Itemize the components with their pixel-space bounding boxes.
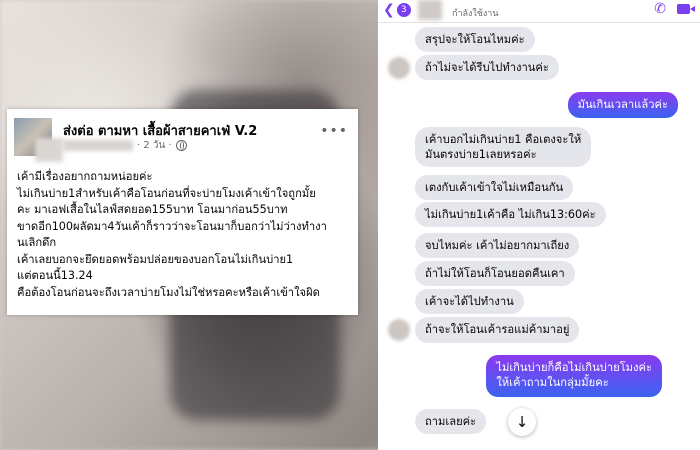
post-line: แต่ตอนนี้13.24 (17, 269, 93, 282)
incoming-message[interactable]: เค้าจะได้ไปทำงาน (415, 289, 524, 314)
incoming-message[interactable]: ถ้าไม่จะได้รีบไปทำงานค่ะ (415, 55, 559, 80)
back-button[interactable]: ❮ 3 (383, 1, 413, 19)
post-line: เค้ามีเรื่องอยากถามหน่อยค่ะ (17, 170, 153, 183)
arrow-down-icon: ↓ (515, 413, 529, 431)
incoming-message[interactable]: ถามเลยค่ะ (415, 409, 487, 434)
post-line: เค้าเลยบอกจะยึดยอดพร้อมปล่อยของบอกโอนไม่… (17, 252, 294, 266)
globe-icon (175, 139, 187, 151)
sender-avatar-blurred (388, 57, 410, 79)
outgoing-message[interactable]: ไม่เกินบ่ายก็คือไม่เกินบ่ายโมงค่ะ ให้เค้… (486, 355, 662, 397)
post-line: ไม่เกินบ่าย1สำหรับเค้าคือโอนก่อนที่จะบ่า… (17, 186, 316, 200)
post-body: เค้ามีเรื่องอยากถามหน่อยค่ะ ไม่เกินบ่าย1… (17, 169, 353, 301)
contact-status: กำลังใช้งาน (452, 9, 499, 19)
author-avatar-blurred (35, 138, 63, 162)
incoming-message[interactable]: ถ้าไม่ให้โอนก็โอนยอดคืนเคา (415, 261, 575, 286)
sender-avatar-blurred (388, 319, 410, 341)
facebook-post-card: ส่งต่อ ตามหา เสื้อผ้าสายคาเฟ่ V.2 · 2 วั… (7, 109, 358, 315)
chat-header: ❮ 3 กำลังใช้งาน ✆ (378, 0, 700, 23)
messenger-chat-panel: ❮ 3 กำลังใช้งาน ✆ สรุปจะให้โอนไหมค่ะถ้าไ… (378, 0, 700, 450)
post-line: คะ มาเอฟเสื้อในไลฟ์สดยอด155บาท โอนมาก่อน… (17, 203, 288, 216)
video-call-icon[interactable] (677, 4, 695, 14)
author-name-blurred (63, 139, 133, 151)
scroll-down-button[interactable]: ↓ (508, 408, 536, 436)
more-icon[interactable]: ••• (320, 123, 348, 139)
outgoing-message[interactable]: มันเกินเวลาแล้วค่ะ (567, 92, 678, 118)
incoming-message[interactable]: ไม่เกินบ่าย1เค้าคือ ไม่เกิน13:60ค่ะ (415, 202, 606, 227)
post-line: นเลิกดึก (17, 236, 57, 249)
back-arrow-icon: ❮ (383, 2, 395, 18)
post-time-sep2: · (165, 139, 172, 151)
incoming-message[interactable]: เค้าบอกไม่เกินบ่าย1 คือเตงจะให้ มันตรงบ่… (415, 127, 592, 167)
post-time[interactable]: 2 วัน (143, 138, 165, 153)
post-meta: · 2 วัน · (63, 138, 187, 152)
phone-icon[interactable]: ✆ (654, 1, 666, 17)
post-line: คือต้องโอนก่อนจะถึงเวลาบ่ายโมงไม่ใช่หรอค… (17, 285, 320, 299)
post-line: ขาดอีก100ผลัดมา4วันเค้าก็ราวว่าจะโอนมาก็… (17, 219, 327, 233)
incoming-message[interactable]: สรุปจะให้โอนไหมค่ะ (415, 27, 535, 52)
unread-count-badge: 3 (396, 3, 411, 17)
incoming-message[interactable]: จบไหมค่ะ เค้าไม่อยากมาเถียง (415, 233, 580, 258)
incoming-message[interactable]: เตงกับเค้าเข้าใจไม่เหมือนกัน (415, 175, 574, 200)
incoming-message[interactable]: ถ้าจะให้โอนเค้ารอแม่ค้ามาอยู่ (415, 317, 580, 343)
contact-avatar-blurred[interactable] (418, 0, 442, 20)
